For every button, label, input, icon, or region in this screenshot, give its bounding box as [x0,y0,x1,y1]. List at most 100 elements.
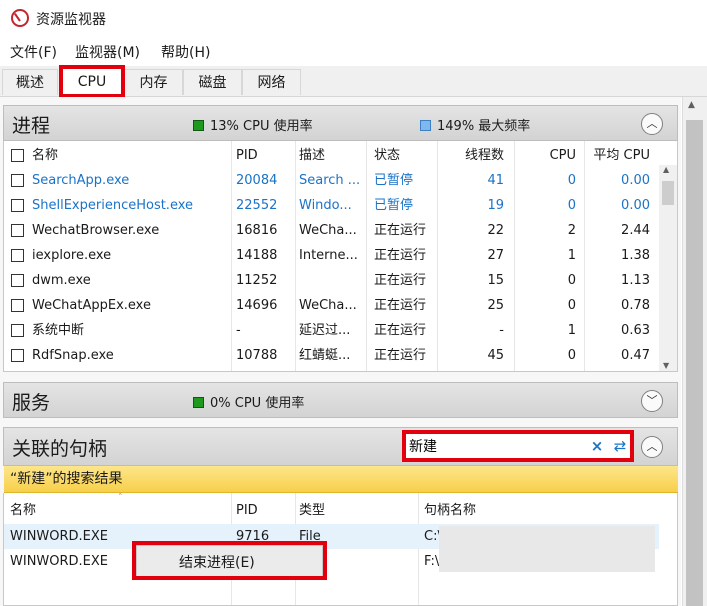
table-row[interactable]: ShellExperienceHost.exe 22552 Windo... 已暂停 1… [4,193,659,218]
table-row[interactable]: WechatBrowser.exe 16816 WeCha... 正在运行 22 2 2.4… [4,218,659,243]
column-status[interactable]: 状态 [374,143,400,168]
process-desc: WeCha... [299,298,357,313]
services-title: 服务 [12,392,51,414]
close-icon[interactable]: × [589,437,605,455]
row-checkbox[interactable] [11,224,24,237]
menu-help[interactable]: 帮助(H) [161,42,210,62]
tab-network[interactable]: 网络 [242,69,301,95]
process-avg: 0.00 [621,173,650,188]
column-average-cpu[interactable]: 平均 CPU [584,143,650,168]
handle-search-input[interactable] [409,437,579,455]
handles-header-row: 名称 PID 类型 句柄名称 [4,498,659,523]
tab-cpu[interactable]: CPU [60,66,124,96]
process-desc: 延迟过... [299,323,351,338]
column-name[interactable]: 名称 [32,143,58,168]
process-name: 系统中断 [32,323,85,338]
process-pid: 11252 [236,273,278,288]
process-status: 正在运行 [374,248,427,263]
process-pid: 14696 [236,298,278,313]
row-checkbox[interactable] [11,349,24,362]
process-status: 正在运行 [374,223,427,238]
processes-header[interactable]: 进程 13% CPU 使用率 149% 最大频率 ︿ [3,105,678,141]
process-desc: Windo... [299,198,352,213]
column-type[interactable]: 类型 [299,498,325,523]
select-all-checkbox[interactable] [11,149,24,162]
process-desc: 红蜻蜓... [299,348,351,363]
handle-name: F:\ [424,554,440,569]
chevron-down-icon[interactable]: ﹀ [641,390,663,412]
context-menu: 结束进程(E) [136,545,323,577]
scroll-up-icon[interactable]: ▲ [688,100,695,110]
window-title: 资源监视器 [36,12,106,28]
row-checkbox[interactable] [11,324,24,337]
tab-memory[interactable]: 内存 [124,69,183,95]
process-threads: 22 [487,223,504,238]
process-avg: 0.00 [621,198,650,213]
process-cpu: 0 [567,348,576,363]
handles-title: 关联的句柄 [12,438,108,460]
process-name: iexplore.exe [32,248,112,263]
row-checkbox[interactable] [11,299,24,312]
table-row[interactable]: RdfSnap.exe 10788 红蜻蜓... 正在运行 45 0 0.47 [4,343,659,368]
process-threads: 15 [487,273,504,288]
handle-search-box: × ⇄ [405,433,631,459]
table-row[interactable]: SearchApp.exe 20084 Search ... 已暂停 41 0 0.00 [4,168,659,193]
table-row[interactable]: dwm.exe 11252 正在运行 15 0 1.13 [4,268,659,293]
row-checkbox[interactable] [11,274,24,287]
process-cpu: 1 [567,323,576,338]
process-status: 已暂停 [374,198,414,213]
table-row[interactable]: WeChatAppEx.exe 14696 WeCha... 正在运行 25 0 0.78 [4,293,659,318]
process-status: 正在运行 [374,348,427,363]
process-pid: 10788 [236,348,278,363]
max-frequency-icon [420,120,431,131]
process-status: 正在运行 [374,273,427,288]
process-cpu: 0 [567,273,576,288]
menu-monitor[interactable]: 监视器(M) [75,42,140,62]
column-pid[interactable]: PID [236,143,258,168]
column-threads[interactable]: 线程数 [444,143,504,168]
column-description[interactable]: 描述 [299,143,325,168]
process-name: SearchApp.exe [32,173,130,188]
column-pid[interactable]: PID [236,498,258,523]
column-name[interactable]: 名称 [10,498,36,523]
process-avg: 1.38 [621,248,650,263]
processes-scroll-thumb[interactable] [662,181,674,205]
menu-bar: 文件(F) 监视器(M) 帮助(H) [0,38,707,62]
handle-process-name: WINWORD.EXE [10,529,109,544]
process-name: WeChatAppEx.exe [32,298,151,313]
process-threads: 45 [487,348,504,363]
column-cpu[interactable]: CPU [519,143,576,168]
chevron-up-icon[interactable]: ︿ [641,113,663,135]
window-scroll-thumb[interactable] [686,120,703,606]
column-handle-name[interactable]: 句柄名称 [424,498,476,523]
process-avg: 2.44 [621,223,650,238]
processes-scrollbar[interactable]: ▼ [659,165,677,371]
processes-cpu-usage: 13% CPU 使用率 [193,115,313,134]
row-checkbox[interactable] [11,249,24,262]
process-threads: 19 [487,198,504,213]
process-status: 正在运行 [374,323,427,338]
refresh-icon[interactable]: ⇄ [611,436,629,456]
tab-disk[interactable]: 磁盘 [183,69,242,95]
process-name: dwm.exe [32,273,91,288]
menu-file[interactable]: 文件(F) [10,42,57,62]
cpu-usage-icon [193,120,204,131]
process-cpu: 2 [567,223,576,238]
process-threads: 25 [487,298,504,313]
process-avg: 0.47 [621,348,650,363]
chevron-up-icon[interactable]: ︿ [641,436,663,458]
process-pid: 20084 [236,173,278,188]
table-row[interactable]: iexplore.exe 14188 Interne... 正在运行 27 1 1.38 [4,243,659,268]
processes-table: 名称 PID 描述 状态 线程数 CPU 平均 CPU SearchApp.ex… [3,141,678,372]
row-checkbox[interactable] [11,174,24,187]
end-process-menu-item[interactable]: 结束进程(E) [179,552,255,572]
row-checkbox[interactable] [11,199,24,212]
process-avg: 1.13 [621,273,650,288]
services-header[interactable]: 服务 0% CPU 使用率 ﹀ [3,382,678,418]
tab-overview[interactable]: 概述 [2,69,58,95]
table-row[interactable]: 系统中断 - 延迟过... 正在运行 - 1 0.63 [4,318,659,343]
cpu-usage-icon [193,397,204,408]
process-name: RdfSnap.exe [32,348,114,363]
process-pid: 16816 [236,223,278,238]
process-avg: 0.78 [621,298,650,313]
